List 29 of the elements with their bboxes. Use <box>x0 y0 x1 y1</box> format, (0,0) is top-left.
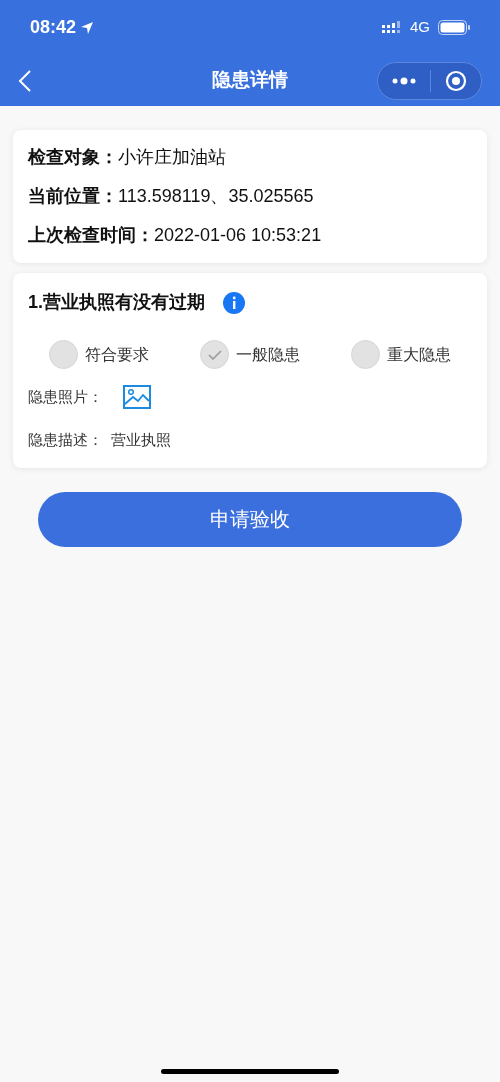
network-label: 4G <box>410 17 430 38</box>
battery-icon <box>438 20 470 35</box>
more-icon[interactable] <box>392 76 416 85</box>
page-title: 隐患详情 <box>212 68 288 93</box>
info-value: 小许庄加油站 <box>118 146 226 169</box>
radio-button[interactable] <box>49 340 78 369</box>
check-icon <box>207 349 222 360</box>
radio-button[interactable] <box>351 340 380 369</box>
description-value: 营业执照 <box>111 430 171 450</box>
status-time: 08:42 <box>30 16 77 39</box>
info-label: 检查对象： <box>28 146 118 169</box>
submit-button[interactable]: 申请验收 <box>38 491 462 547</box>
description-label: 隐患描述： <box>28 430 103 450</box>
option-label[interactable]: 符合要求 <box>85 342 149 367</box>
photo-label: 隐患照片： <box>28 386 103 407</box>
info-value: 2022-01-06 10:53:21 <box>154 224 322 247</box>
back-icon[interactable] <box>18 69 32 92</box>
location-arrow-icon <box>80 20 95 35</box>
question-title: 1.营业执照有没有过期 <box>28 291 205 314</box>
option-label[interactable]: 重大隐患 <box>387 342 451 367</box>
radio-button[interactable] <box>200 340 229 369</box>
info-value: 113.598119、35.025565 <box>118 185 314 208</box>
close-icon[interactable] <box>445 69 467 92</box>
info-icon[interactable] <box>223 291 245 314</box>
info-label: 上次检查时间： <box>28 224 154 247</box>
signal-icon <box>382 20 402 35</box>
info-label: 当前位置： <box>28 185 118 208</box>
option-label[interactable]: 一般隐患 <box>236 342 300 367</box>
image-icon[interactable] <box>123 385 151 409</box>
